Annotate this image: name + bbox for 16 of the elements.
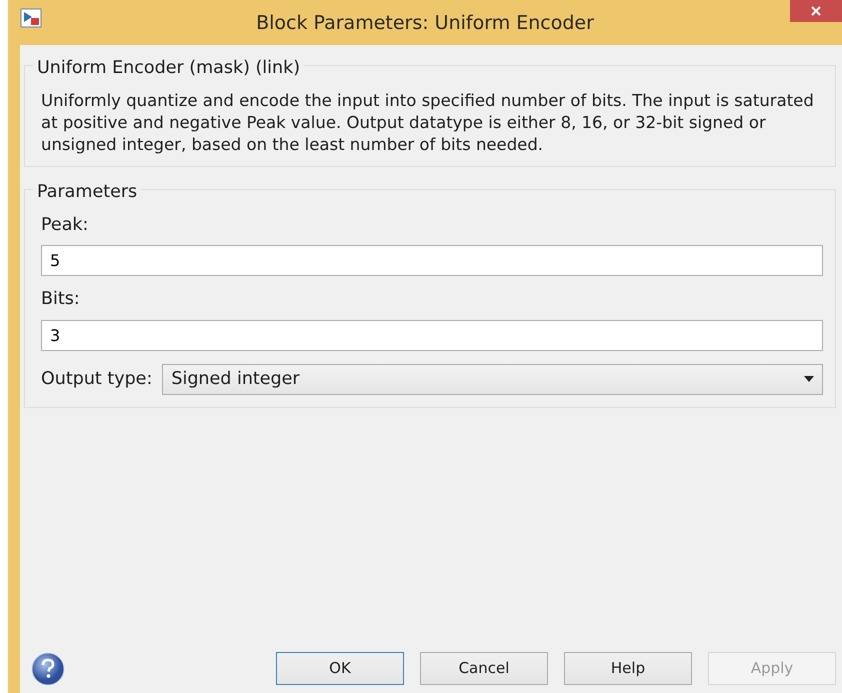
- text-field[interactable]: 3: [41, 320, 823, 350]
- field-label: Output type:: [41, 368, 152, 391]
- close-icon: [811, 6, 821, 16]
- help-icon[interactable]: [30, 650, 66, 686]
- text-field[interactable]: 5: [41, 245, 823, 276]
- dialog-button[interactable]: OK: [276, 652, 404, 685]
- field-label: Bits:: [41, 288, 80, 312]
- caret-icon: [804, 376, 814, 382]
- dialog-button[interactable]: Cancel: [420, 652, 548, 685]
- dialog-button[interactable]: Help: [564, 652, 692, 685]
- close-button[interactable]: [790, 0, 842, 22]
- block-icon: [20, 8, 42, 28]
- window-title: Block Parameters: Uniform Encoder: [256, 11, 594, 36]
- dropdown[interactable]: Signed integer: [162, 364, 823, 394]
- field-label: Peak:: [41, 214, 88, 237]
- description-text: Uniformly quantize and encode the input into specified number of bits. The input is saturated at positive and negative Peak value. Output datatype is either 8, 16, or 32-bit signed or unsigned integer, based on the least number of bits needed.: [41, 90, 815, 156]
